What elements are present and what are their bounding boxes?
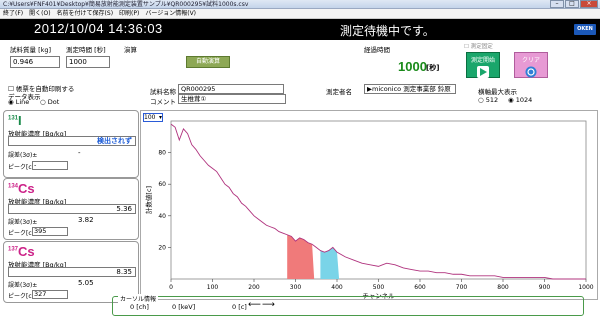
error-value: 5.05 xyxy=(78,279,94,287)
x-tick-label: 500 xyxy=(373,284,385,291)
radio-512-label: 512 xyxy=(485,96,499,104)
measure-time-input[interactable]: 1000 xyxy=(66,56,110,68)
nuclide-panel-i131: 131I 放射能濃度 [Bq/kg] 検出されず 誤差(3σ)± - ピーク[c… xyxy=(3,110,139,178)
radio-1024[interactable]: ◉ 1024 xyxy=(508,96,532,104)
menu-bar: 終了(F) 開く(O) 名前を付けて保存(S) 印刷(P) バージョン情報(V) xyxy=(0,9,600,19)
cursor-count: 0 [c] xyxy=(232,303,247,311)
clear-label: クリア xyxy=(521,57,540,64)
operator-input[interactable]: ▶miconico 測定事業部 鈴原 xyxy=(364,84,456,94)
x-tick-label: 300 xyxy=(290,284,302,291)
cursor-energy: 0 [keV] xyxy=(172,303,196,311)
auto-calc-button[interactable]: 自動演算 xyxy=(186,56,230,68)
clear-button[interactable]: クリア xyxy=(514,52,548,78)
error-label: 誤差(3σ)± xyxy=(8,152,38,159)
sample-mass-input[interactable]: 0.946 xyxy=(10,56,60,68)
window-title: C:¥Users¥FNF401¥Desktop¥簡易放射能測定装置サンプル¥QR… xyxy=(3,1,249,8)
measure-time-label: 測定時間 [秒] xyxy=(66,46,106,54)
y-tick-label: 40 xyxy=(158,213,166,220)
spectrum-chart: 0 100 200 300 400 500 600 700 800 900 1000 20 40 60 80… xyxy=(140,110,598,300)
start-measure-button[interactable]: 測定開始 xyxy=(466,52,500,78)
calc-label: 演算 xyxy=(124,46,137,54)
nuclide-panel-cs134: 134Cs 放射能濃度 [Bq/kg] 5.36 誤差(3σ)± 3.82 ピー… xyxy=(3,178,139,240)
x-tick-label: 600 xyxy=(414,284,426,291)
x-tick-label: 700 xyxy=(456,284,468,291)
lock-checkbox[interactable]: ☐ 測定固定 xyxy=(464,42,493,50)
brand-logo: OKEN xyxy=(574,24,596,35)
maximize-icon[interactable]: □ xyxy=(565,0,579,8)
nuclide-symbol: 134Cs xyxy=(8,181,35,196)
radio-1024-label: 1024 xyxy=(515,96,533,104)
y-axis-label: 計数値[c] xyxy=(144,186,153,214)
radio-dot-label: Dot xyxy=(47,98,60,106)
peak-value: 395 xyxy=(32,227,68,236)
sample-mass-label: 試料質量 [kg] xyxy=(10,46,52,54)
close-icon[interactable]: × xyxy=(580,0,598,8)
radio-line[interactable]: ◉ Line xyxy=(8,98,29,106)
x-tick-label: 400 xyxy=(331,284,343,291)
roi-region-1 xyxy=(320,247,340,279)
lock-label: 測定固定 xyxy=(470,44,493,50)
nuclide-symbol: 137Cs xyxy=(8,244,35,259)
radio-512[interactable]: ○ 512 xyxy=(478,96,498,104)
peak-value: 327 xyxy=(32,290,68,299)
comment-label: コメント xyxy=(150,98,176,106)
x-tick-label: 100 xyxy=(207,284,219,291)
x-tick-label: 900 xyxy=(539,284,551,291)
comment-input[interactable]: 生椎茸① xyxy=(178,94,286,104)
sample-name-input[interactable]: QR000295 xyxy=(178,84,284,94)
status-message: 測定待機中です。 xyxy=(340,24,435,38)
y-range-dropdown[interactable]: 100 ▾ xyxy=(143,113,163,122)
x-tick-label: 200 xyxy=(248,284,260,291)
peak-value: - xyxy=(32,161,68,170)
chevron-down-icon: ▾ xyxy=(158,114,162,121)
header-bar: 2012/10/04 14:36:03 測定待機中です。 OKEN xyxy=(0,19,600,40)
x-tick-label: 1000 xyxy=(578,284,593,291)
play-icon xyxy=(477,66,489,78)
arrow-left-icon[interactable]: ⟵ xyxy=(248,300,261,310)
y-tick-label: 60 xyxy=(158,181,166,188)
start-measure-label: 測定開始 xyxy=(470,57,495,64)
concentration-value: 検出されず xyxy=(8,136,136,146)
x-tick-label: 800 xyxy=(497,284,509,291)
concentration-value: 5.36 xyxy=(8,204,136,214)
menu-item-exit[interactable]: 終了(F) xyxy=(3,9,23,18)
title-bar: C:¥Users¥FNF401¥Desktop¥簡易放射能測定装置サンプル¥QR… xyxy=(0,0,600,9)
error-label: 誤差(3σ)± xyxy=(8,219,38,226)
datetime-display: 2012/10/04 14:36:03 xyxy=(34,21,163,36)
error-label: 誤差(3σ)± xyxy=(8,282,38,289)
menu-item-save-as[interactable]: 名前を付けて保存(S) xyxy=(57,9,114,18)
menu-item-version[interactable]: バージョン情報(V) xyxy=(145,9,196,18)
concentration-value: 8.35 xyxy=(8,267,136,277)
radio-dot[interactable]: ○ Dot xyxy=(40,98,59,106)
operator-label: 測定者名 xyxy=(326,88,352,96)
menu-item-print[interactable]: 印刷(P) xyxy=(119,9,139,18)
horiz-max-label: 横軸最大表示 xyxy=(478,88,517,96)
x-tick-label: 0 xyxy=(169,284,173,291)
reset-icon xyxy=(525,66,537,78)
y-range-dropdown-value: 100 xyxy=(144,114,156,121)
arrow-right-icon[interactable]: ⟶ xyxy=(262,300,275,310)
elapsed-time-value: 1000 xyxy=(398,59,427,74)
menu-item-open[interactable]: 開く(O) xyxy=(29,9,50,18)
window-controls: – □ × xyxy=(550,0,598,9)
error-value: - xyxy=(78,149,81,157)
y-tick-label: 20 xyxy=(158,244,166,251)
plot-area xyxy=(170,120,587,280)
nuclide-symbol: 131I xyxy=(8,113,22,128)
minimize-icon[interactable]: – xyxy=(550,0,564,8)
elapsed-time-label: 経過時間 xyxy=(364,46,390,54)
sample-name-label: 試料名称 xyxy=(150,88,176,96)
cursor-info-title: カーソル情報 xyxy=(118,294,159,303)
spectrum-plot: 0 100 200 300 400 500 600 700 800 900 1000 20 40 60 80… xyxy=(144,120,594,300)
y-tick-label: 80 xyxy=(158,150,166,157)
cursor-channel: 0 [ch] xyxy=(130,303,149,311)
radio-line-label: Line xyxy=(15,98,30,106)
elapsed-time-unit: [秒] xyxy=(426,64,440,72)
error-value: 3.82 xyxy=(78,216,94,224)
